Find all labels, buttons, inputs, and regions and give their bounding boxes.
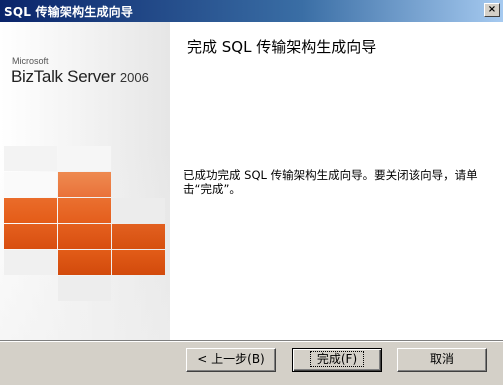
logo-company: Microsoft: [12, 56, 49, 66]
biztalk-logo: BizTalk Server 2006: [11, 67, 149, 87]
logo-product: BizTalk Server: [11, 67, 116, 86]
completion-message: 已成功完成 SQL 传输架构生成向导。要关闭该向导，请单击“完成”。: [183, 168, 478, 196]
decor-tile: [58, 146, 111, 171]
logo-version: 2006: [119, 70, 149, 85]
decor-tile: [58, 276, 111, 301]
window-title: SQL 传输架构生成向导: [4, 4, 134, 19]
decor-tile: [4, 198, 57, 223]
decor-tile: [58, 198, 111, 223]
back-button[interactable]: < 上一步(B): [186, 348, 276, 372]
button-divider: [0, 340, 503, 342]
finish-button-label: 完成(F): [309, 351, 365, 367]
decor-tile: [58, 172, 111, 197]
decor-tile: [112, 224, 165, 249]
decor-tile: [112, 250, 165, 275]
close-icon[interactable]: ×: [484, 3, 500, 17]
finish-button[interactable]: 完成(F): [292, 348, 382, 372]
title-bar: SQL 传输架构生成向导 ×: [0, 0, 503, 22]
decor-tile: [4, 250, 57, 275]
decor-tile: [58, 224, 111, 249]
wizard-content: Microsoft BizTalk Server 2006 完成 SQL 传输架…: [0, 22, 503, 340]
decor-tile: [4, 224, 57, 249]
cancel-button[interactable]: 取消: [397, 348, 487, 372]
decor-tile: [58, 250, 111, 275]
decor-tile: [112, 198, 165, 223]
page-title: 完成 SQL 传输架构生成向导: [187, 38, 377, 56]
branding-panel: Microsoft BizTalk Server 2006: [0, 22, 170, 340]
decor-tile: [4, 172, 57, 197]
decor-tile: [4, 146, 57, 171]
